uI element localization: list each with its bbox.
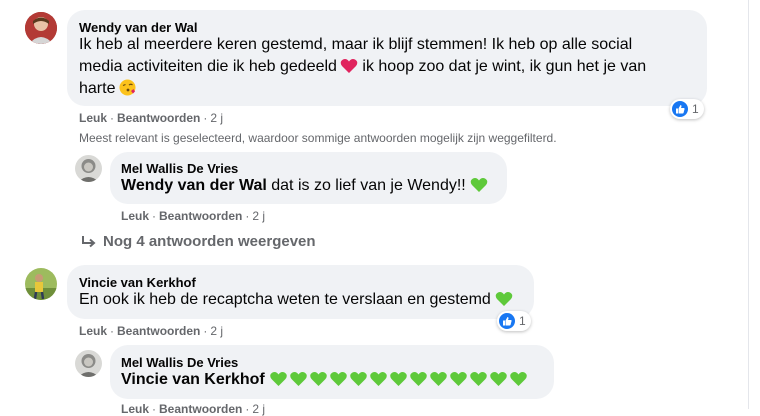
- separator: ·: [203, 324, 208, 338]
- like-button[interactable]: Leuk: [121, 402, 149, 416]
- comment-text-part: ik hoop zoo dat je wint, ik gun het je v…: [357, 58, 647, 75]
- green-heart-emoji-icon: [469, 372, 487, 386]
- green-heart-emoji-icon: [269, 372, 287, 386]
- green-heart-emoji-icon: [349, 372, 367, 386]
- like-icon: [499, 313, 515, 329]
- green-heart-emoji-icon: [489, 372, 507, 386]
- separator: ·: [110, 324, 115, 338]
- reply-text-part: dat is zo lief van je Wendy!!: [266, 177, 466, 194]
- timestamp[interactable]: 2 j: [210, 324, 223, 338]
- comment-text-part: En ook ik heb de recaptcha weten te vers…: [79, 291, 491, 308]
- green-heart-emoji-icon: [429, 372, 447, 386]
- comment-text-part: harte: [79, 80, 116, 97]
- comment-author[interactable]: Vincie van Kerkhof: [79, 275, 196, 290]
- green-heart-emoji-icon: [389, 372, 407, 386]
- scrollbar-track[interactable]: [748, 0, 749, 409]
- avatar-photo-icon: [75, 350, 102, 377]
- green-heart-emoji-icon: [289, 372, 307, 386]
- like-button[interactable]: Leuk: [79, 111, 107, 125]
- reply-actions: Leuk · Beantwoorden · 2 j: [121, 209, 265, 223]
- separator: ·: [152, 209, 157, 223]
- comment-text: En ook ik heb de recaptcha weten te vers…: [79, 290, 513, 310]
- avatar-photo-icon: [25, 12, 57, 44]
- comment-text-line-1: Ik heb al meerdere keren gestemd, maar i…: [79, 36, 633, 53]
- reaction-count[interactable]: 1: [497, 311, 531, 331]
- mention-link[interactable]: Wendy van der Wal: [121, 177, 267, 194]
- avatar-vincie[interactable]: [25, 268, 57, 300]
- separator: ·: [245, 402, 250, 416]
- avatar-photo-icon: [25, 268, 57, 300]
- filter-note: Meest relevant is geselecteerd, waardoor…: [79, 131, 557, 145]
- comment-actions: Leuk · Beantwoorden · 2 j: [79, 111, 223, 125]
- separator: ·: [152, 402, 157, 416]
- reply-author[interactable]: Mel Wallis De Vries: [121, 161, 238, 176]
- green-heart-emoji-icon: [470, 178, 488, 192]
- kiss-emoji-icon: [119, 79, 136, 96]
- reaction-count-number: 1: [519, 314, 526, 328]
- reply-actions: Leuk · Beantwoorden · 2 j: [121, 402, 265, 416]
- comment-text-line-2: media activiteiten die ik heb gedeeld ik…: [79, 57, 646, 77]
- reply-text: Vincie van Kerkhof: [121, 370, 529, 390]
- reply-button[interactable]: Beantwoorden: [117, 324, 200, 338]
- more-replies-label: Nog 4 antwoorden weergeven: [103, 233, 316, 250]
- green-heart-emoji-icon: [509, 372, 527, 386]
- green-heart-emoji-icon: [369, 372, 387, 386]
- reply-text: Wendy van der Wal dat is zo lief van je …: [121, 176, 488, 196]
- like-button[interactable]: Leuk: [121, 209, 149, 223]
- green-heart-emoji-icon: [309, 372, 327, 386]
- separator: ·: [203, 111, 208, 125]
- comment-text-part: media activiteiten die ik heb gedeeld: [79, 58, 337, 75]
- reaction-count[interactable]: 1: [670, 99, 704, 119]
- avatar-mel[interactable]: [75, 155, 102, 182]
- timestamp[interactable]: 2 j: [252, 402, 265, 416]
- avatar-wendy[interactable]: [25, 12, 57, 44]
- comment-actions: Leuk · Beantwoorden · 2 j: [79, 324, 223, 338]
- separator: ·: [110, 111, 115, 125]
- like-icon: [672, 101, 688, 117]
- reply-arrow-icon: [82, 235, 96, 247]
- mention-link[interactable]: Vincie van Kerkhof: [121, 371, 265, 388]
- comment-text-line-3: harte: [79, 79, 136, 99]
- reply-button[interactable]: Beantwoorden: [159, 402, 242, 416]
- reply-button[interactable]: Beantwoorden: [117, 111, 200, 125]
- separator: ·: [245, 209, 250, 223]
- more-replies-link[interactable]: Nog 4 antwoorden weergeven: [81, 233, 316, 250]
- timestamp[interactable]: 2 j: [210, 111, 223, 125]
- reply-author[interactable]: Mel Wallis De Vries: [121, 355, 238, 370]
- like-button[interactable]: Leuk: [79, 324, 107, 338]
- green-heart-emoji-icon: [409, 372, 427, 386]
- avatar-photo-icon: [75, 155, 102, 182]
- reaction-count-number: 1: [692, 102, 699, 116]
- green-heart-emoji-icon: [329, 372, 347, 386]
- green-hearts-row: [269, 371, 529, 388]
- heart-emoji-icon: [340, 59, 358, 73]
- green-heart-emoji-icon: [449, 372, 467, 386]
- avatar-mel[interactable]: [75, 350, 102, 377]
- reply-button[interactable]: Beantwoorden: [159, 209, 242, 223]
- timestamp[interactable]: 2 j: [252, 209, 265, 223]
- comment-author[interactable]: Wendy van der Wal: [79, 20, 197, 35]
- green-heart-emoji-icon: [495, 292, 513, 306]
